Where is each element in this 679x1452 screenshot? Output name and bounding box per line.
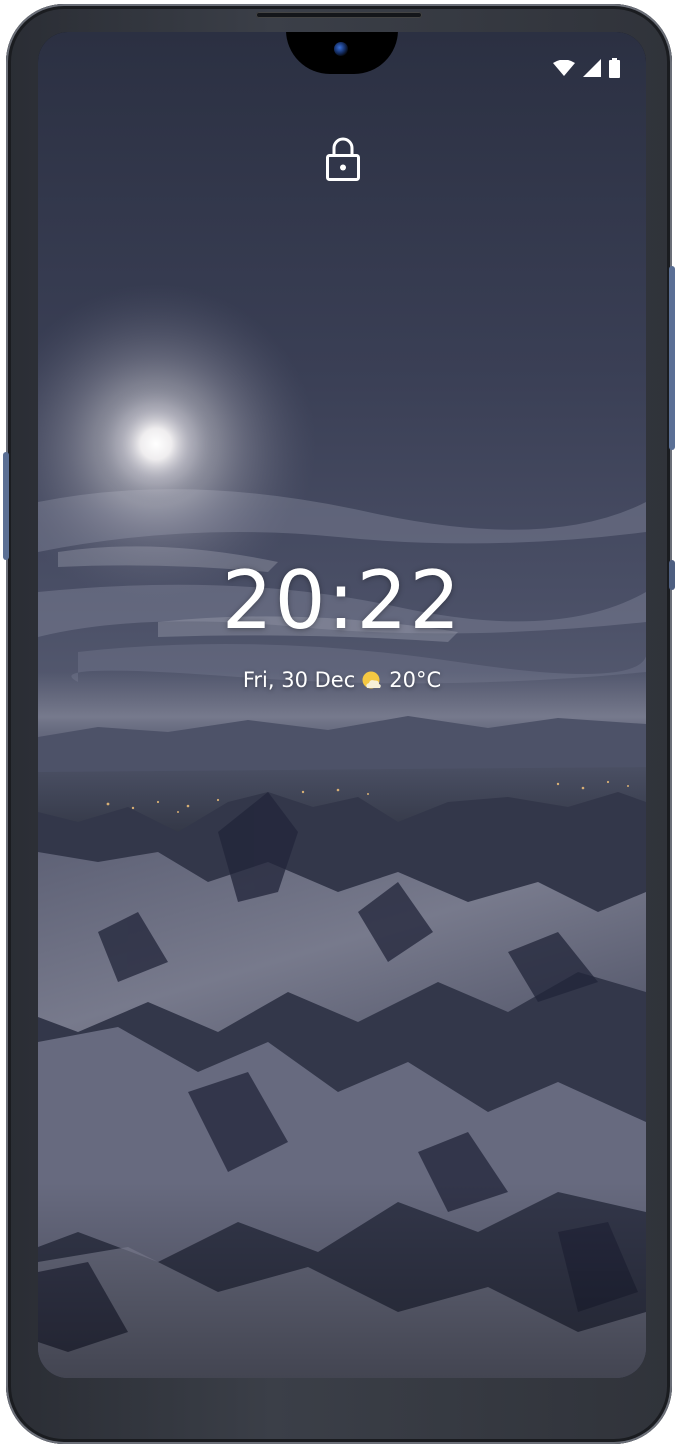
- date-weather-row[interactable]: Fri, 30 Dec 20°C: [38, 668, 646, 692]
- lock-screen[interactable]: 20:22 Fri, 30 Dec 20°C: [38, 32, 646, 1378]
- lockscreen-temperature: 20°C: [389, 668, 442, 692]
- lockscreen-date: Fri, 30 Dec: [242, 668, 356, 692]
- front-camera: [334, 42, 348, 56]
- right-side-button: [669, 266, 675, 450]
- cellular-signal-icon: [583, 59, 601, 77]
- right-lower-button: [669, 560, 675, 590]
- phone-frame: 20:22 Fri, 30 Dec 20°C: [3, 4, 675, 1444]
- battery-icon: [609, 58, 620, 78]
- lockscreen-clock[interactable]: 20:22: [38, 554, 646, 647]
- left-side-button: [3, 452, 9, 560]
- wifi-icon: [553, 60, 575, 76]
- status-bar: [553, 58, 620, 78]
- partly-cloudy-icon: [362, 671, 382, 689]
- earpiece-speaker: [256, 12, 422, 18]
- lock-icon[interactable]: [325, 136, 361, 182]
- wallpaper: [38, 32, 646, 1378]
